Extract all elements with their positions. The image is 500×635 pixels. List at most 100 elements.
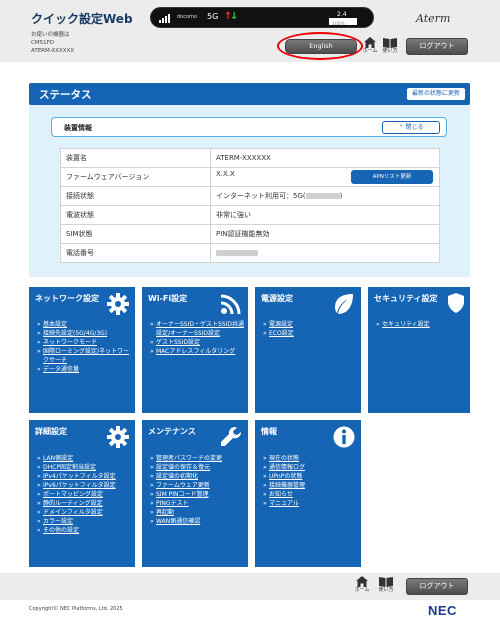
status-header: ステータス 最新の状態に更新 (29, 83, 470, 105)
table-row: 電話番号 (60, 243, 440, 263)
device-info-table: 装置名 ATERM-XXXXXX ファームウェアバージョン X.X.X APNリ… (60, 148, 440, 263)
gear-icon (107, 426, 129, 448)
link-eco-settings[interactable]: ECO設定 (263, 329, 357, 338)
nec-logo: NEC (428, 603, 457, 618)
table-row: 接続状態 インターネット利用可：5G() (60, 186, 440, 206)
row-value: ATERM-XXXXXX (210, 148, 440, 168)
tile-information: 情報 現在の状態 通信情報ログ UPnPの状態 接続機器管理 お知らせ マニュア… (255, 420, 361, 567)
collapse-button[interactable]: ⌃ 閉じる (382, 121, 440, 134)
link-domain-filter[interactable]: ドメインフィルタ設定 (37, 508, 131, 517)
link-upnp-status[interactable]: UPnPの状態 (263, 472, 357, 481)
home-icon (364, 37, 376, 48)
link-manual[interactable]: マニュアル (263, 499, 357, 508)
link-color-settings[interactable]: カラー設定 (37, 517, 131, 526)
link-other-settings[interactable]: その他の設定 (37, 526, 131, 535)
tile-title[interactable]: ネットワーク設定 (35, 293, 103, 304)
tile-title[interactable]: 情報 (261, 426, 277, 437)
link-security-settings[interactable]: セキュリティ設定 (376, 320, 466, 329)
footer-home-button[interactable]: ホーム (353, 576, 371, 594)
footer-logout-button[interactable]: ログアウト (406, 578, 468, 595)
logout-button[interactable]: ログアウト (406, 38, 468, 55)
aterm-logo: Aterm (416, 12, 451, 25)
wifi-settings-links: オーナーSSID・ゲストSSID共通設定/オーナーSSID設定 ゲストSSID設… (150, 320, 244, 356)
carrier-name: docomo (177, 14, 197, 20)
link-ping-test[interactable]: PINGテスト (150, 499, 244, 508)
link-current-status[interactable]: 現在の状態 (263, 454, 357, 463)
row-key: 電話番号 (60, 243, 211, 263)
table-row: ファームウェアバージョン X.X.X APNリスト更新 (60, 167, 440, 187)
network-settings-links: 基本設定 接続先設定(5G/4G/3G) ネットワークモード 国際ローミング設定… (37, 320, 131, 374)
home-label: ホーム (354, 587, 370, 593)
link-power-settings[interactable]: 電源設定 (263, 320, 357, 329)
link-network-mode[interactable]: ネットワークモード (37, 338, 131, 347)
tile-advanced-settings: 詳細設定 LAN側設定 DHCP固定割当設定 IPv4パケットフィルタ設定 IP… (29, 420, 135, 567)
network-type: 5G (207, 12, 219, 21)
link-sim-pin[interactable]: SIM PINコード管理 (150, 490, 244, 499)
leaf-icon (335, 294, 353, 314)
connection-status: インターネット利用可：5G( (216, 192, 306, 200)
manual-label: 使い方 (382, 48, 398, 54)
row-value-cell (210, 243, 440, 263)
footer-manual-button[interactable]: 使い方 (377, 576, 395, 594)
tile-title[interactable]: セキュリティ設定 (374, 293, 446, 304)
link-notices[interactable]: お知らせ (263, 490, 357, 499)
tile-title[interactable]: 詳細設定 (35, 426, 67, 437)
battery-percent: 100% (332, 22, 345, 27)
manual-label: 使い方 (378, 587, 394, 593)
connection-status-suffix: ) (339, 192, 343, 200)
tile-wifi-settings: Wi-Fi設定 オーナーSSID・ゲストSSID共通設定/オーナーSSID設定 … (142, 287, 248, 413)
link-admin-password[interactable]: 管理者パスワードの変更 (150, 454, 244, 463)
signal-strength-icon (159, 13, 173, 23)
tile-power-settings: 電源設定 電源設定 ECO設定 (255, 287, 361, 413)
link-guest-ssid[interactable]: ゲストSSID設定 (150, 338, 244, 347)
book-icon (379, 577, 393, 587)
table-row: SIM状態 PIN認証機能無効 (60, 224, 440, 244)
link-ipv4-filter[interactable]: IPv4パケットフィルタ設定 (37, 472, 131, 481)
link-static-routing[interactable]: 静的ルーティング設定 (37, 499, 131, 508)
firmware-version: X.X.X (216, 170, 235, 178)
link-connection-settings[interactable]: 接続先設定(5G/4G/3G) (37, 329, 131, 338)
advanced-settings-links: LAN側設定 DHCP固定割当設定 IPv4パケットフィルタ設定 IPv6パケッ… (37, 454, 131, 535)
home-button[interactable]: ホーム (361, 37, 379, 55)
link-port-mapping[interactable]: ポートマッピング設定 (37, 490, 131, 499)
link-firmware-update[interactable]: ファームウェア更新 (150, 481, 244, 490)
english-button[interactable]: English (285, 39, 357, 54)
link-device-management[interactable]: 接続機器管理 (263, 481, 357, 490)
wrench-icon (221, 426, 242, 446)
battery-label: 2.4 (337, 11, 347, 18)
link-reboot[interactable]: 再起動 (150, 508, 244, 517)
tile-maintenance: メンテナンス 管理者パスワードの変更 設定値の保存＆復元 設定値の初期化 ファー… (142, 420, 248, 567)
redacted-value (305, 193, 340, 199)
apn-list-update-button[interactable]: APNリスト更新 (351, 170, 433, 184)
device-info-title: 装置情報 (64, 124, 92, 132)
link-dhcp-fixed[interactable]: DHCP固定割当設定 (37, 463, 131, 472)
status-title: ステータス (39, 89, 92, 101)
tile-title[interactable]: 電源設定 (261, 293, 293, 304)
link-factory-reset[interactable]: 設定値の初期化 (150, 472, 244, 481)
link-ipv6-filter[interactable]: IPv6パケットフィルタ設定 (37, 481, 131, 490)
link-backup-restore[interactable]: 設定値の保存＆復元 (150, 463, 244, 472)
row-value: 非常に強い (210, 205, 440, 225)
info-icon (333, 426, 355, 448)
table-row: 装置名 ATERM-XXXXXX (60, 148, 440, 168)
download-arrow-icon: ↓ (230, 11, 239, 22)
link-lan-settings[interactable]: LAN側設定 (37, 454, 131, 463)
row-key: 装置名 (60, 148, 211, 168)
home-icon (356, 576, 368, 587)
tile-title[interactable]: Wi-Fi設定 (148, 293, 187, 304)
link-owner-ssid[interactable]: オーナーSSID・ゲストSSID共通設定/オーナーSSID設定 (150, 320, 244, 338)
book-icon (383, 38, 397, 48)
header: クイック設定Web お使いの機器は CM51FD ATERM-XXXXXX do… (0, 0, 500, 62)
link-wan-check[interactable]: WAN側通信確認 (150, 517, 244, 526)
device-info-label: お使いの機器は (31, 32, 70, 38)
tile-network-settings: ネットワーク設定 基本設定 接続先設定(5G/4G/3G) ネットワークモード … (29, 287, 135, 413)
link-mac-filtering[interactable]: MACアドレスフィルタリング (150, 347, 244, 356)
tile-title[interactable]: メンテナンス (148, 426, 196, 437)
refresh-status-button[interactable]: 最新の状態に更新 (405, 87, 466, 101)
manual-button[interactable]: 使い方 (381, 37, 399, 55)
link-data-usage[interactable]: データ通信量 (37, 365, 131, 374)
tile-security-settings: セキュリティ設定 セキュリティ設定 (368, 287, 470, 413)
link-basic-settings[interactable]: 基本設定 (37, 320, 131, 329)
link-roaming-settings[interactable]: 国際ローミング設定/ネットワークサーチ (37, 347, 131, 365)
link-communication-log[interactable]: 通信情報ログ (263, 463, 357, 472)
